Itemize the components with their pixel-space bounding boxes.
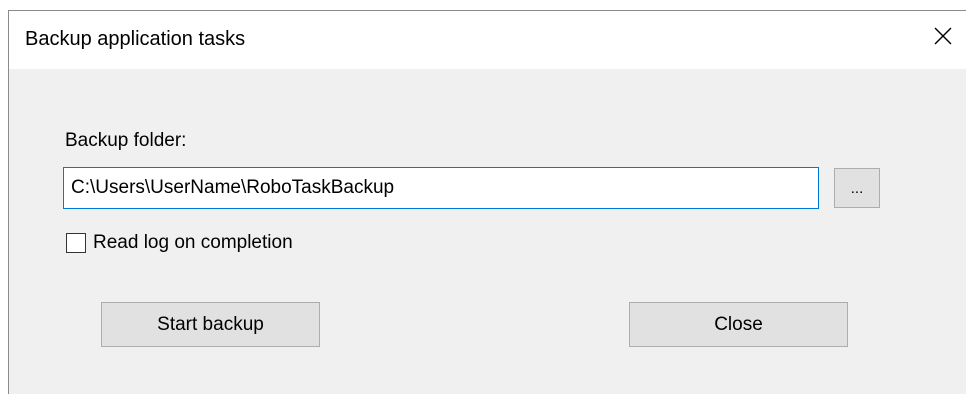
close-button[interactable]: Close	[629, 302, 848, 347]
backup-folder-input[interactable]	[63, 167, 819, 209]
start-backup-button[interactable]: Start backup	[101, 302, 320, 347]
browse-folder-button[interactable]: ...	[834, 168, 880, 208]
close-window-button[interactable]	[919, 11, 966, 61]
read-log-label[interactable]: Read log on completion	[93, 232, 293, 254]
window-title: Backup application tasks	[25, 28, 246, 50]
read-log-option[interactable]: Read log on completion	[66, 229, 293, 257]
read-log-checkbox[interactable]	[66, 233, 86, 253]
close-icon	[934, 27, 952, 45]
backup-folder-label: Backup folder:	[65, 130, 187, 151]
title-bar: Backup application tasks	[9, 11, 966, 69]
